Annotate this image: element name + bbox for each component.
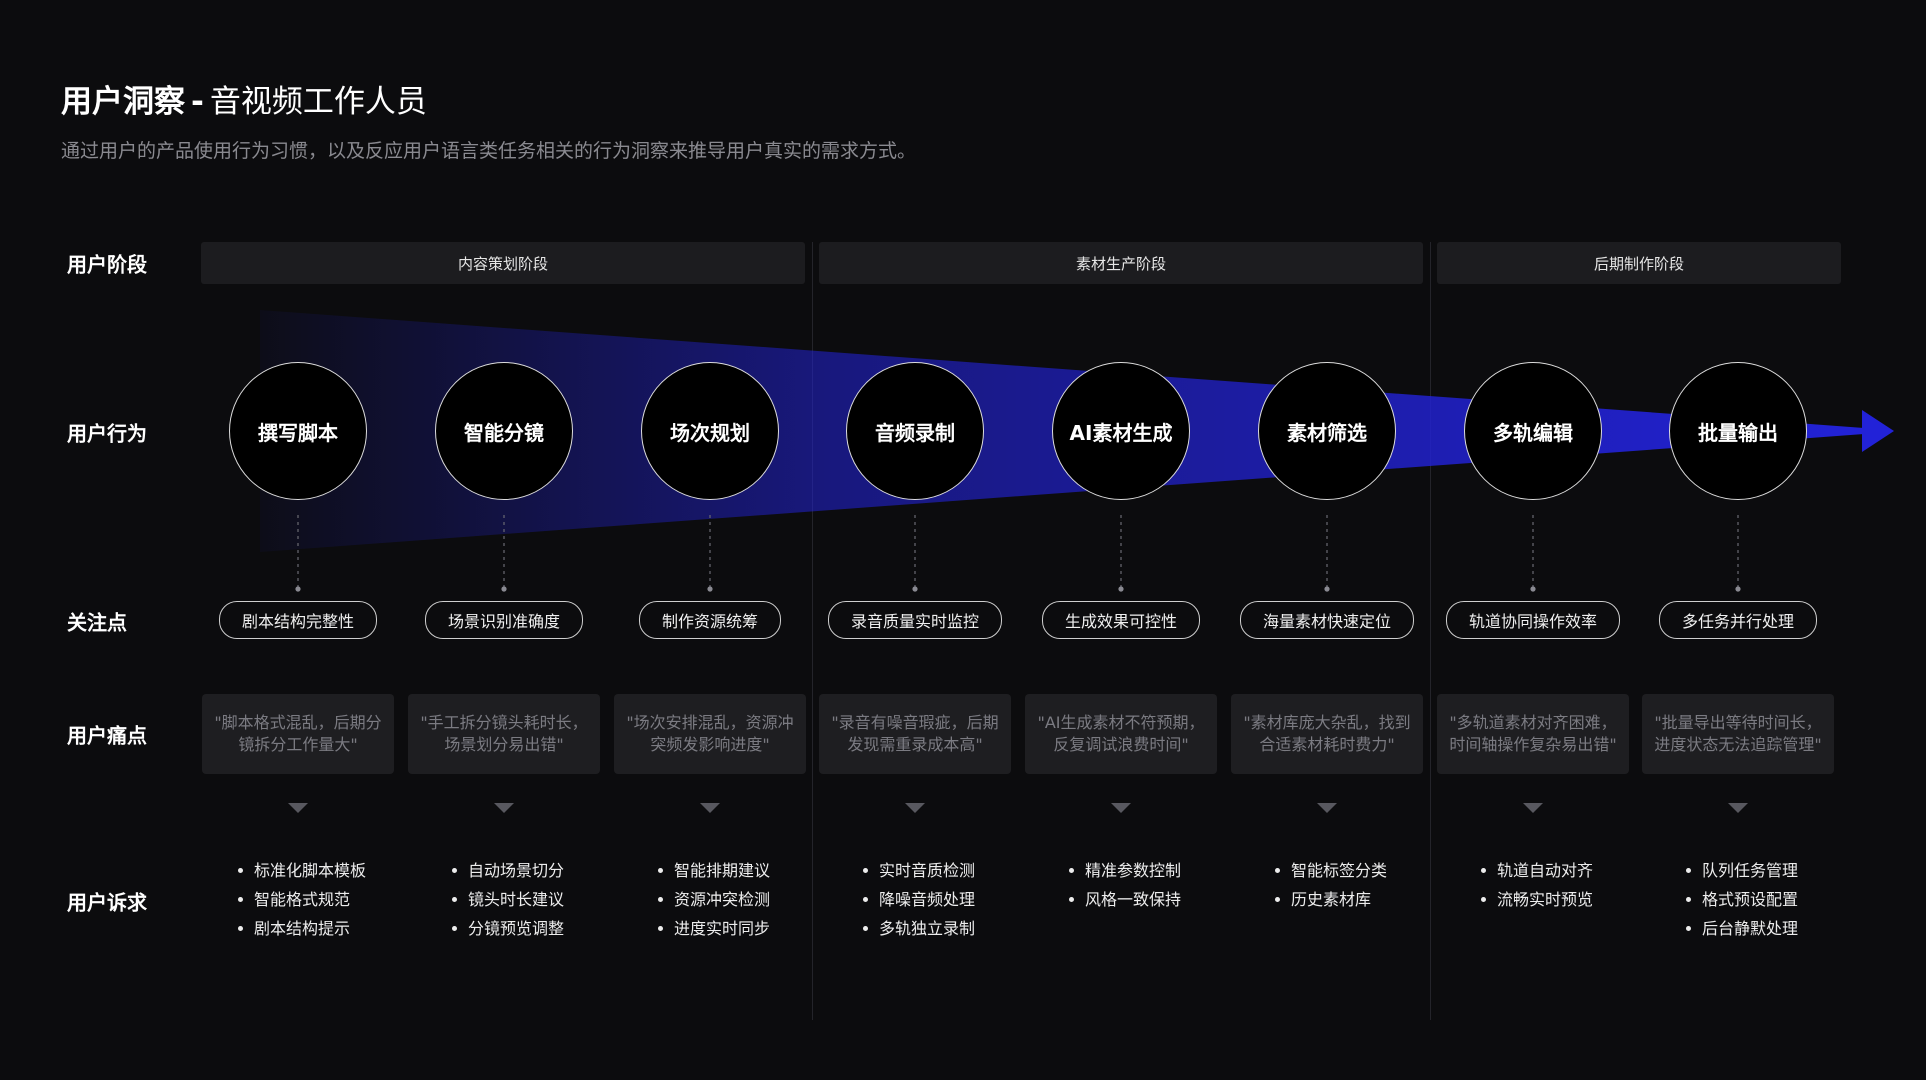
behavior-node: 撰写脚本 bbox=[229, 362, 367, 500]
behavior-node: 音频录制 bbox=[846, 362, 984, 500]
pain-point-line: 进度状态无法追踪管理" bbox=[1654, 735, 1822, 754]
pain-point-line: 镜拆分工作量大" bbox=[238, 735, 358, 754]
need-item: 流畅实时预览 bbox=[1480, 885, 1593, 914]
pain-point-line: "批量导出等待时间长， bbox=[1654, 713, 1822, 732]
caret-down-icon bbox=[700, 803, 720, 813]
pain-point-line: "AI生成素材不符预期， bbox=[1037, 713, 1205, 732]
caret-down-icon bbox=[1523, 803, 1543, 813]
needs-list: 智能排期建议 资源冲突检测 进度实时同步 bbox=[657, 856, 770, 943]
behavior-node: 批量输出 bbox=[1669, 362, 1807, 500]
pain-point-line: 发现需重录成本高" bbox=[847, 735, 983, 754]
behavior-node: 多轨编辑 bbox=[1464, 362, 1602, 500]
pain-point-line: "场次安排混乱，资源冲 bbox=[626, 713, 794, 732]
need-item: 历史素材库 bbox=[1274, 885, 1387, 914]
need-item: 镜头时长建议 bbox=[451, 885, 564, 914]
pain-point-line: 合适素材耗时费力" bbox=[1259, 735, 1395, 754]
pain-point-card: "AI生成素材不符预期， 反复调试浪费时间" bbox=[1025, 694, 1217, 774]
pain-point-card: "多轨道素材对齐困难， 时间轴操作复杂易出错" bbox=[1437, 694, 1629, 774]
pain-point-line: "素材库庞大杂乱，找到 bbox=[1243, 713, 1411, 732]
pain-point-card: "素材库庞大杂乱，找到 合适素材耗时费力" bbox=[1231, 694, 1423, 774]
need-item: 智能排期建议 bbox=[657, 856, 770, 885]
need-item: 自动场景切分 bbox=[451, 856, 564, 885]
need-item: 风格一致保持 bbox=[1068, 885, 1181, 914]
need-item: 精准参数控制 bbox=[1068, 856, 1181, 885]
needs-list: 轨道自动对齐 流畅实时预览 bbox=[1480, 856, 1593, 914]
focus-point-pill: 海量素材快速定位 bbox=[1239, 601, 1415, 639]
need-item: 分镜预览调整 bbox=[451, 914, 564, 943]
pain-point-line: "多轨道素材对齐困难， bbox=[1449, 713, 1617, 732]
focus-point-pill: 录音质量实时监控 bbox=[827, 601, 1003, 639]
need-item: 后台静默处理 bbox=[1685, 914, 1798, 943]
needs-list: 精准参数控制 风格一致保持 bbox=[1068, 856, 1181, 914]
pain-point-card: "录音有噪音瑕疵，后期 发现需重录成本高" bbox=[819, 694, 1011, 774]
need-item: 多轨独立录制 bbox=[862, 914, 975, 943]
pain-point-line: 突频发影响进度" bbox=[650, 735, 770, 754]
needs-list: 实时音质检测 降噪音频处理 多轨独立录制 bbox=[862, 856, 975, 943]
need-item: 资源冲突检测 bbox=[657, 885, 770, 914]
pain-point-line: 时间轴操作复杂易出错" bbox=[1449, 735, 1617, 754]
need-item: 智能格式规范 bbox=[237, 885, 366, 914]
focus-point-pill: 场景识别准确度 bbox=[424, 601, 584, 639]
focus-point-pill: 制作资源统筹 bbox=[638, 601, 782, 639]
caret-down-icon bbox=[288, 803, 308, 813]
caret-down-icon bbox=[905, 803, 925, 813]
need-item: 实时音质检测 bbox=[862, 856, 975, 885]
need-item: 队列任务管理 bbox=[1685, 856, 1798, 885]
pain-point-line: 场景划分易出错" bbox=[444, 735, 564, 754]
pain-point-card: "手工拆分镜头耗时长， 场景划分易出错" bbox=[408, 694, 600, 774]
need-item: 标准化脚本模板 bbox=[237, 856, 366, 885]
caret-down-icon bbox=[1728, 803, 1748, 813]
behavior-node: AI素材生成 bbox=[1052, 362, 1190, 500]
needs-list: 智能标签分类 历史素材库 bbox=[1274, 856, 1387, 914]
focus-point-pill: 多任务并行处理 bbox=[1658, 601, 1818, 639]
pain-point-line: "录音有噪音瑕疵，后期 bbox=[831, 713, 999, 732]
behavior-node: 素材筛选 bbox=[1258, 362, 1396, 500]
needs-list: 标准化脚本模板 智能格式规范 剧本结构提示 bbox=[237, 856, 366, 943]
arrow-right-icon bbox=[1862, 410, 1894, 452]
behavior-node: 智能分镜 bbox=[435, 362, 573, 500]
pain-point-card: "脚本格式混乱，后期分 镜拆分工作量大" bbox=[202, 694, 394, 774]
need-item: 轨道自动对齐 bbox=[1480, 856, 1593, 885]
need-item: 剧本结构提示 bbox=[237, 914, 366, 943]
need-item: 智能标签分类 bbox=[1274, 856, 1387, 885]
connector-dots bbox=[295, 586, 1741, 592]
caret-down-icon bbox=[1317, 803, 1337, 813]
pain-point-card: "批量导出等待时间长， 进度状态无法追踪管理" bbox=[1642, 694, 1834, 774]
caret-down-icon bbox=[1111, 803, 1131, 813]
pain-point-line: "脚本格式混乱，后期分 bbox=[214, 713, 382, 732]
behavior-node: 场次规划 bbox=[641, 362, 779, 500]
needs-list: 队列任务管理 格式预设配置 后台静默处理 bbox=[1685, 856, 1798, 943]
need-item: 格式预设配置 bbox=[1685, 885, 1798, 914]
pain-point-card: "场次安排混乱，资源冲 突频发影响进度" bbox=[614, 694, 806, 774]
pain-point-line: 反复调试浪费时间" bbox=[1053, 735, 1189, 754]
focus-point-pill: 生成效果可控性 bbox=[1041, 601, 1201, 639]
focus-point-pill: 剧本结构完整性 bbox=[218, 601, 378, 639]
focus-point-pill: 轨道协同操作效率 bbox=[1445, 601, 1621, 639]
need-item: 进度实时同步 bbox=[657, 914, 770, 943]
needs-list: 自动场景切分 镜头时长建议 分镜预览调整 bbox=[451, 856, 564, 943]
caret-down-icon bbox=[494, 803, 514, 813]
pain-point-line: "手工拆分镜头耗时长， bbox=[420, 713, 588, 732]
need-item: 降噪音频处理 bbox=[862, 885, 975, 914]
